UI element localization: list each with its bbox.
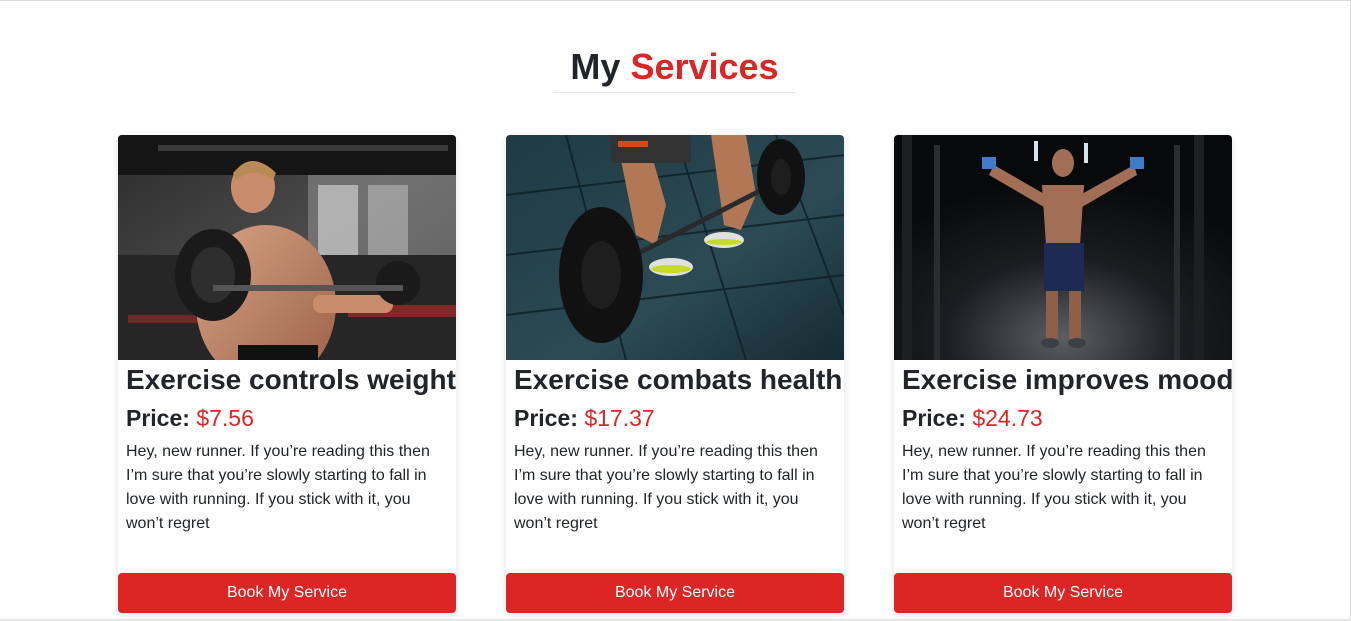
price-label: Price: <box>902 405 966 431</box>
service-card-description: Hey, new runner. If you’re reading this … <box>514 443 818 532</box>
section-heading: My Services <box>553 45 796 93</box>
service-card-description: Hey, new runner. If you’re reading this … <box>902 443 1206 532</box>
service-card-price: Price: $17.37 <box>514 403 655 433</box>
service-card-title: Exercise combats health <box>514 364 843 395</box>
book-service-button[interactable]: Book My Service <box>506 573 844 613</box>
book-service-button[interactable]: Book My Service <box>894 573 1232 613</box>
service-card-description: Hey, new runner. If you’re reading this … <box>126 443 430 532</box>
price-label: Price: <box>514 405 578 431</box>
service-card-price: Price: $7.56 <box>126 403 254 433</box>
service-card: Exercise controls weight Price: $7.56 He… <box>118 135 456 613</box>
title-word-my: My <box>570 46 621 87</box>
services-page: My Services Exercise controls weight Pri… <box>0 0 1351 621</box>
price-value: $17.37 <box>584 405 655 431</box>
title-word-services: Services <box>630 46 779 87</box>
service-card-title: Exercise improves mood <box>902 364 1234 395</box>
price-value: $7.56 <box>196 405 254 431</box>
service-card: Exercise improves mood Price: $24.73 Hey… <box>894 135 1234 613</box>
book-service-button[interactable]: Book My Service <box>118 573 456 613</box>
service-card-image <box>506 135 844 360</box>
service-card-image <box>118 135 456 360</box>
service-card: Exercise combats health Price: $17.37 He… <box>506 135 844 613</box>
price-label: Price: <box>126 405 190 431</box>
service-card-price: Price: $24.73 <box>902 403 1043 433</box>
price-value: $24.73 <box>972 405 1043 431</box>
section-title: My Services <box>553 45 796 89</box>
service-card-image <box>894 135 1232 360</box>
service-card-title: Exercise controls weight <box>126 364 456 395</box>
